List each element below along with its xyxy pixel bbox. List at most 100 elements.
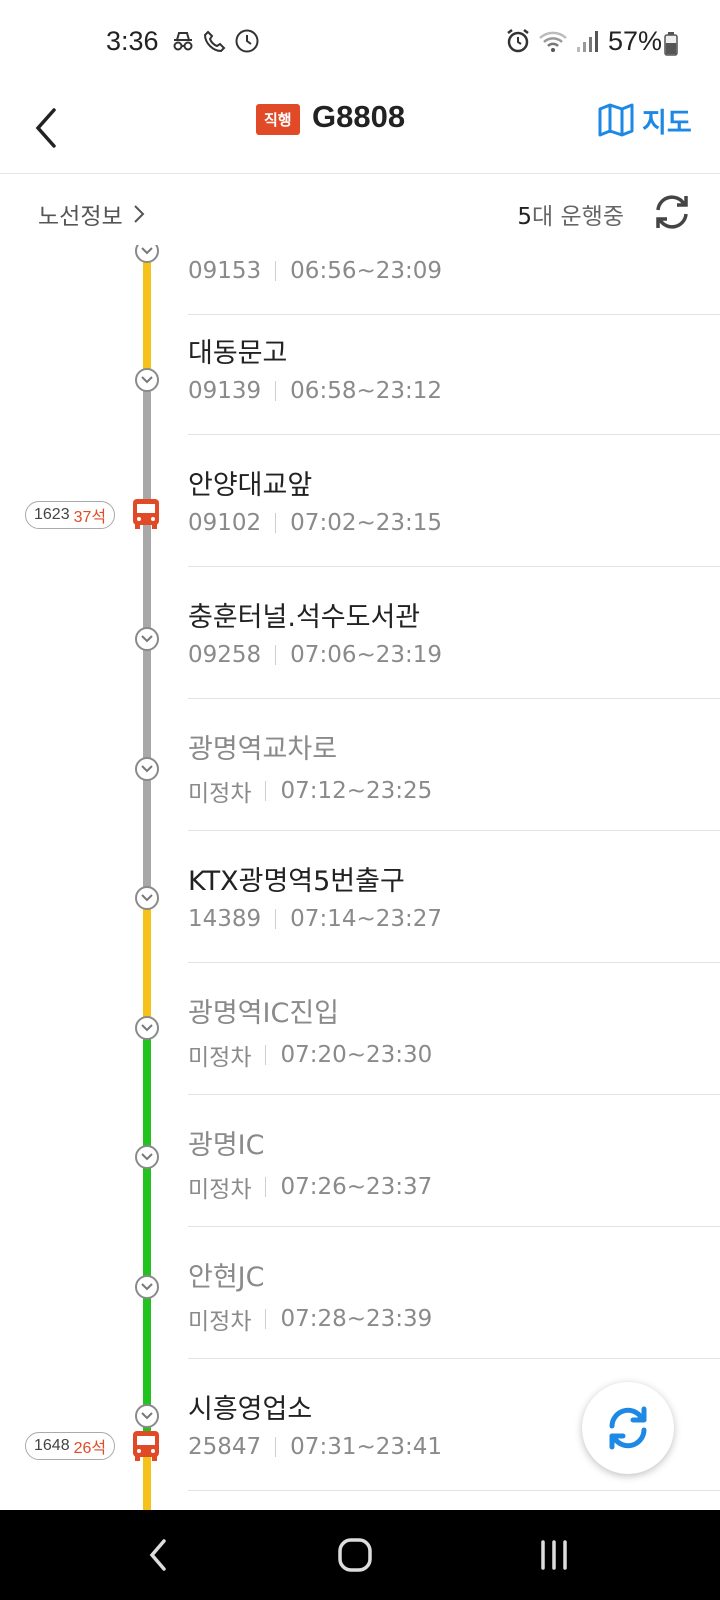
- map-label: 지도: [642, 107, 692, 139]
- stop-name: 안현JC: [188, 1262, 265, 1293]
- stop-meta: 미정차 07:20~23:30: [188, 1038, 432, 1072]
- clock-icon: [235, 29, 259, 53]
- stop-item[interactable]: 광명역교차로 미정차 07:12~23:25: [0, 699, 720, 831]
- stop-item[interactable]: 광명역IC진입 미정차 07:20~23:30: [0, 963, 720, 1095]
- running-count-number: 5: [517, 204, 533, 230]
- bus-plate: 1623: [34, 506, 70, 523]
- refresh-icon[interactable]: [652, 192, 692, 232]
- bus-marker[interactable]: 1648 26석: [25, 1431, 116, 1461]
- status-icons-left: [170, 28, 260, 54]
- stop-node-icon: [135, 1404, 159, 1428]
- stop-item[interactable]: 충훈터널.석수도서관 09258 07:06~23:19: [0, 567, 720, 699]
- stop-id: 09139: [188, 378, 262, 404]
- refresh-icon: [609, 1406, 647, 1450]
- call-icon: [203, 30, 226, 53]
- status-time: 3:36: [106, 26, 159, 56]
- map-icon: [598, 103, 634, 137]
- nav-home-button[interactable]: [325, 1530, 385, 1580]
- running-count-suffix: 대 운행중: [532, 204, 624, 230]
- stop-item[interactable]: 광명IC 미정차 07:26~23:37: [0, 1095, 720, 1227]
- stop-node-icon: [135, 627, 159, 651]
- stop-node-icon: [135, 1016, 159, 1040]
- stop-list[interactable]: 09153 06:56~23:09 대동문고 09139 06:58~23:12 안…: [0, 245, 720, 1510]
- meta-separator: [265, 1045, 267, 1065]
- stop-meta: 09139 06:58~23:12: [188, 378, 442, 404]
- status-icons-right: [506, 28, 600, 54]
- stop-node-icon: [135, 1145, 159, 1169]
- stop-name: 안양대교앞: [188, 470, 313, 501]
- stop-item[interactable]: 대동문고 09139 06:58~23:12: [0, 303, 720, 435]
- stop-name: 광명역IC진입: [188, 998, 340, 1029]
- signal-icon: [577, 31, 598, 52]
- stop-id: 미정차: [188, 1177, 252, 1203]
- refresh-fab-button[interactable]: [582, 1382, 674, 1474]
- running-count: 5대 운행중: [517, 197, 624, 231]
- stop-meta: 25847 07:31~23:41: [188, 1434, 442, 1460]
- alarm-icon: [507, 29, 529, 53]
- stop-id: 14389: [188, 906, 262, 932]
- stop-name: 시흥영업소: [188, 1394, 313, 1425]
- recents-icon: [541, 1540, 567, 1570]
- battery-percent: 57%: [608, 26, 663, 56]
- meta-separator: [275, 261, 277, 281]
- stop-meta: 미정차 07:12~23:25: [188, 774, 432, 808]
- chevron-left-icon: [149, 1539, 166, 1571]
- stop-hours: 07:12~23:25: [280, 778, 433, 804]
- stop-meta: 09153 06:56~23:09: [188, 258, 442, 284]
- stop-hours: 07:20~23:30: [280, 1042, 433, 1068]
- stop-hours: 07:06~23:19: [290, 642, 443, 668]
- stop-meta: 09102 07:02~23:15: [188, 510, 442, 536]
- stop-name: 충훈터널.석수도서관: [188, 602, 421, 633]
- bus-icon: [133, 1431, 159, 1461]
- nav-recents-button[interactable]: [524, 1530, 584, 1580]
- stop-node-icon: [135, 757, 159, 781]
- stop-hours: 06:58~23:12: [290, 378, 443, 404]
- incognito-icon: [173, 32, 193, 51]
- route-info-label: 노선정보: [38, 204, 123, 230]
- stop-node-icon: [135, 1275, 159, 1299]
- nav-back-button[interactable]: [128, 1530, 188, 1580]
- home-icon: [338, 1538, 372, 1572]
- stop-hours: 07:14~23:27: [290, 906, 443, 932]
- meta-separator: [275, 513, 277, 533]
- route-info-link[interactable]: 노선정보: [38, 197, 145, 231]
- back-button[interactable]: [20, 96, 80, 160]
- chevron-left-icon: [35, 108, 56, 148]
- stop-id: 09258: [188, 642, 262, 668]
- stop-hours: 07:26~23:37: [280, 1174, 433, 1200]
- route-subheader: 노선정보 5대 운행중: [0, 175, 720, 245]
- system-navbar: [0, 1510, 720, 1600]
- stop-hours: 07:28~23:39: [280, 1306, 433, 1332]
- stop-node-icon: [135, 886, 159, 910]
- route-type-badge: 직행: [256, 104, 300, 135]
- stop-item[interactable]: 안현JC 미정차 07:28~23:39: [0, 1227, 720, 1359]
- divider: [188, 1490, 720, 1491]
- stop-hours: 07:31~23:41: [290, 1434, 443, 1460]
- app-header: 직행 G8808 지도: [0, 86, 720, 174]
- meta-separator: [275, 909, 277, 929]
- meta-separator: [275, 645, 277, 665]
- bus-plate: 1648: [34, 1437, 70, 1454]
- meta-separator: [265, 781, 267, 801]
- meta-separator: [275, 1437, 277, 1457]
- stop-id: 미정차: [188, 1045, 252, 1071]
- map-button[interactable]: 지도: [598, 98, 692, 142]
- stop-item[interactable]: KTX광명역5번출구 14389 07:14~23:27: [0, 831, 720, 963]
- battery-icon: [664, 32, 678, 56]
- bus-seats: 37석: [73, 509, 107, 526]
- meta-separator: [275, 381, 277, 401]
- meta-separator: [265, 1177, 267, 1197]
- stop-meta: 14389 07:14~23:27: [188, 906, 442, 932]
- stop-name: KTX광명역5번출구: [188, 866, 405, 897]
- bus-seats: 26석: [73, 1440, 107, 1457]
- stop-node-icon: [135, 368, 159, 392]
- route-number: G8808: [312, 99, 406, 134]
- stop-meta: 미정차 07:26~23:37: [188, 1170, 432, 1204]
- meta-separator: [265, 1309, 267, 1329]
- status-bar: 3:36 57%: [0, 0, 720, 86]
- bus-marker[interactable]: 1623 37석: [25, 500, 116, 530]
- stop-id: 09102: [188, 510, 262, 536]
- stop-id: 25847: [188, 1434, 262, 1460]
- stop-name: 대동문고: [188, 338, 288, 369]
- wifi-icon: [539, 31, 567, 52]
